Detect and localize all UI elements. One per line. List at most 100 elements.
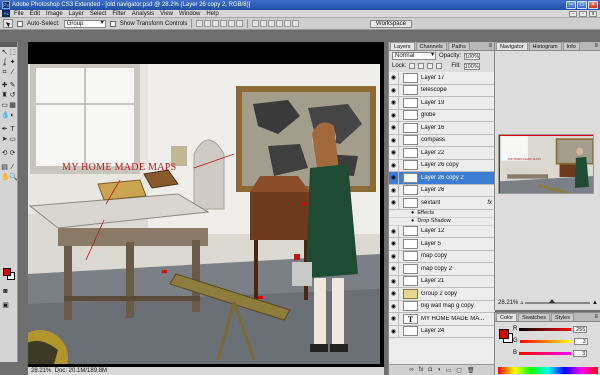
- lock-pixels-icon[interactable]: [418, 63, 425, 69]
- screen-mode-icon[interactable]: ▣: [2, 302, 9, 309]
- layer-row[interactable]: ◉ map copy: [389, 250, 495, 263]
- tab-swatches[interactable]: Swatches: [518, 313, 551, 321]
- lock-position-icon[interactable]: [427, 63, 434, 69]
- layer-row[interactable]: ◉ globe: [389, 109, 495, 122]
- move-tool-preset-icon[interactable]: [3, 19, 13, 28]
- menu-window[interactable]: Window: [179, 11, 200, 17]
- layer-row[interactable]: ◉ Layer 19: [389, 96, 495, 110]
- layer-mask-icon[interactable]: ◘: [428, 367, 432, 373]
- layer-row[interactable]: ◉ Layer 16: [389, 121, 495, 135]
- layer-row[interactable]: ◉ Layer 12: [389, 225, 495, 238]
- eraser-tool-icon[interactable]: ▭: [1, 102, 8, 109]
- zoom-out-icon[interactable]: ▵: [520, 299, 523, 306]
- eyedropper-tool-icon[interactable]: ⁄: [9, 164, 16, 171]
- history-brush-tool-icon[interactable]: ↺: [9, 92, 16, 99]
- brush-tool-icon[interactable]: ✎: [9, 82, 16, 89]
- minimize-button[interactable]: –: [566, 1, 576, 9]
- pen-tool-icon[interactable]: ✒: [1, 126, 8, 133]
- hand-tool-icon[interactable]: ✋: [1, 174, 10, 181]
- menu-analysis[interactable]: Analysis: [132, 11, 154, 17]
- layer-visibility-eye-icon[interactable]: ◉: [389, 72, 399, 84]
- layer-effect-item[interactable]: ● Effects: [389, 209, 495, 218]
- quick-mask-icon[interactable]: ◙: [2, 288, 9, 295]
- navigator-zoom-slider[interactable]: [525, 298, 591, 304]
- layer-row[interactable]: ◉ Layer 24: [389, 325, 495, 338]
- marquee-tool-icon[interactable]: ⬚: [9, 49, 16, 56]
- layer-visibility-eye-icon[interactable]: ◉: [389, 121, 399, 134]
- gradient-tool-icon[interactable]: ▦: [9, 102, 16, 109]
- tab-channels[interactable]: Channels: [415, 42, 447, 50]
- path-selection-tool-icon[interactable]: ➤: [1, 136, 8, 143]
- tab-layers[interactable]: Layers: [390, 42, 415, 50]
- transform-controls-checkbox[interactable]: [109, 20, 116, 27]
- menu-edit[interactable]: Edit: [30, 11, 40, 17]
- color-foreground-swatch[interactable]: [499, 329, 509, 339]
- shape-tool-icon[interactable]: ▭: [9, 136, 16, 143]
- tab-info[interactable]: Info: [562, 42, 580, 50]
- layer-row[interactable]: ◉ sextant fx: [389, 196, 495, 210]
- toolbox-header[interactable]: [0, 42, 17, 47]
- blur-tool-icon[interactable]: 💧: [1, 112, 10, 119]
- layer-visibility-eye-icon[interactable]: ◉: [389, 134, 399, 147]
- align-bottom-icon[interactable]: [212, 20, 220, 27]
- blue-slider[interactable]: [519, 351, 572, 355]
- layer-visibility-eye-icon[interactable]: ◉: [389, 300, 399, 313]
- layer-fx-icon[interactable]: fx: [487, 200, 492, 206]
- layer-visibility-eye-icon[interactable]: ◉: [389, 225, 399, 238]
- tab-paths[interactable]: Paths: [447, 42, 470, 50]
- foreground-color-swatch[interactable]: [3, 268, 11, 276]
- align-vcenter-icon[interactable]: [204, 20, 212, 27]
- workspace-button[interactable]: Workspace: [370, 20, 412, 28]
- zoom-in-icon[interactable]: ▲: [592, 300, 598, 306]
- blue-value-input[interactable]: 3: [573, 349, 588, 357]
- green-value-input[interactable]: 3: [573, 337, 588, 345]
- layer-visibility-eye-icon[interactable]: ◉: [389, 171, 399, 184]
- layer-row[interactable]: ◉ Layer 22: [389, 146, 495, 160]
- layer-row[interactable]: ◉ compass: [389, 134, 495, 147]
- layer-visibility-eye-icon[interactable]: ◉: [389, 275, 399, 288]
- ps-menu-icon[interactable]: Ps: [2, 10, 10, 17]
- panel-menu-icon[interactable]: ≡: [594, 314, 598, 320]
- distribute-hcenter-icon[interactable]: [284, 20, 292, 27]
- delete-layer-icon[interactable]: 🗑: [467, 367, 475, 374]
- layer-row[interactable]: ◉ telescope: [389, 84, 495, 97]
- effect-visibility-icon[interactable]: ●: [411, 210, 414, 216]
- auto-select-checkbox[interactable]: [17, 20, 23, 27]
- menu-filter[interactable]: Filter: [112, 11, 125, 17]
- distribute-right-icon[interactable]: [292, 20, 300, 27]
- green-slider[interactable]: [519, 339, 572, 343]
- layer-row[interactable]: ◉ big wall map g copy: [389, 300, 495, 313]
- layer-visibility-eye-icon[interactable]: ◉: [389, 84, 399, 97]
- doc-restore-button[interactable]: ▫: [579, 11, 587, 17]
- distribute-vcenter-icon[interactable]: [260, 20, 268, 27]
- menu-view[interactable]: View: [160, 11, 173, 17]
- blend-mode-dropdown[interactable]: Normal: [392, 52, 436, 60]
- layer-row[interactable]: ◉ Layer 26 copy: [389, 159, 495, 172]
- red-value-input[interactable]: 255: [573, 325, 588, 333]
- doc-close-button[interactable]: x: [589, 11, 597, 17]
- layer-visibility-eye-icon[interactable]: ◉: [389, 325, 399, 338]
- layer-row[interactable]: ◉ map copy 2: [389, 262, 495, 276]
- lasso-tool-icon[interactable]: ʆ: [1, 59, 8, 66]
- tab-navigator[interactable]: Navigator: [496, 42, 528, 50]
- layer-visibility-eye-icon[interactable]: ◉: [389, 96, 399, 109]
- layer-row[interactable]: ◉ Layer 17: [389, 72, 495, 85]
- layer-visibility-eye-icon[interactable]: ◉: [389, 109, 399, 122]
- layer-visibility-eye-icon[interactable]: ◉: [389, 287, 399, 300]
- layer-visibility-eye-icon[interactable]: ◉: [389, 196, 399, 209]
- panel-menu-icon[interactable]: ≡: [594, 43, 598, 49]
- type-tool-icon[interactable]: T: [9, 126, 16, 133]
- layer-style-icon[interactable]: fx: [419, 367, 424, 373]
- align-hcenter-icon[interactable]: [228, 20, 236, 27]
- auto-select-dropdown[interactable]: Group: [63, 19, 106, 28]
- opacity-input[interactable]: 100%: [464, 52, 481, 60]
- lock-transparency-icon[interactable]: [409, 63, 416, 69]
- new-layer-icon[interactable]: ▢: [456, 367, 462, 374]
- navigator-zoom-value[interactable]: 28.21%: [498, 300, 518, 306]
- move-tool-icon[interactable]: ↖: [1, 49, 8, 56]
- slice-tool-icon[interactable]: ∕: [9, 69, 16, 76]
- distribute-bottom-icon[interactable]: [268, 20, 276, 27]
- tab-color[interactable]: Color: [496, 313, 518, 321]
- adjustment-layer-icon[interactable]: ◑: [437, 367, 441, 373]
- layer-visibility-eye-icon[interactable]: ◉: [389, 159, 399, 172]
